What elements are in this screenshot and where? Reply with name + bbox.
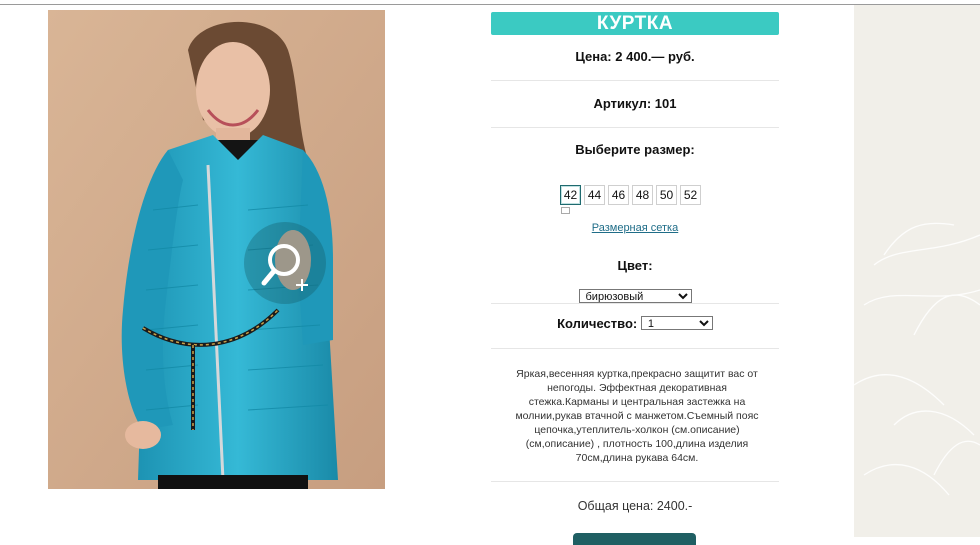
magnifier-plus-icon	[261, 244, 308, 291]
size-option[interactable]: 42	[560, 185, 581, 205]
floral-decoration-icon	[854, 222, 980, 496]
size-option[interactable]: 44	[584, 185, 605, 205]
model-in-jacket-illustration	[48, 10, 385, 489]
divider	[491, 481, 779, 482]
size-prompt: Выберите размер:	[575, 142, 695, 157]
size-chart-link[interactable]: Размерная сетка	[491, 222, 779, 234]
zoom-overlay[interactable]	[244, 222, 326, 304]
divider	[491, 80, 779, 81]
divider	[491, 348, 779, 349]
color-label: Цвет:	[617, 258, 653, 273]
price-text: Цена: 2 400.— руб.	[575, 49, 695, 64]
color-select[interactable]: бирюзовый	[578, 289, 692, 303]
product-description: Яркая,весенняя куртка,прекрасно защитит …	[515, 368, 759, 464]
product-photo[interactable]	[48, 10, 385, 489]
size-option[interactable]: 48	[632, 185, 653, 205]
divider	[491, 127, 779, 128]
divider	[491, 303, 779, 304]
color-select-wrap: бирюзовый	[491, 288, 779, 304]
size-option[interactable]: 52	[680, 185, 701, 205]
quantity-select[interactable]: 1	[640, 316, 713, 330]
buy-button[interactable]	[573, 533, 696, 545]
decorative-side-panel	[854, 5, 980, 537]
article-text: Артикул: 101	[593, 96, 677, 111]
quantity-row: Количество: 1	[491, 316, 779, 331]
size-radio[interactable]	[561, 207, 570, 214]
total-price: Общая цена: 2400.-	[577, 499, 693, 513]
size-option[interactable]: 46	[608, 185, 629, 205]
size-option[interactable]: 50	[656, 185, 677, 205]
quantity-label: Количество:	[557, 316, 638, 331]
size-selector: 42 44 46 48 50 52	[560, 185, 701, 205]
product-title: КУРТКА	[491, 12, 779, 35]
top-divider	[0, 4, 980, 5]
